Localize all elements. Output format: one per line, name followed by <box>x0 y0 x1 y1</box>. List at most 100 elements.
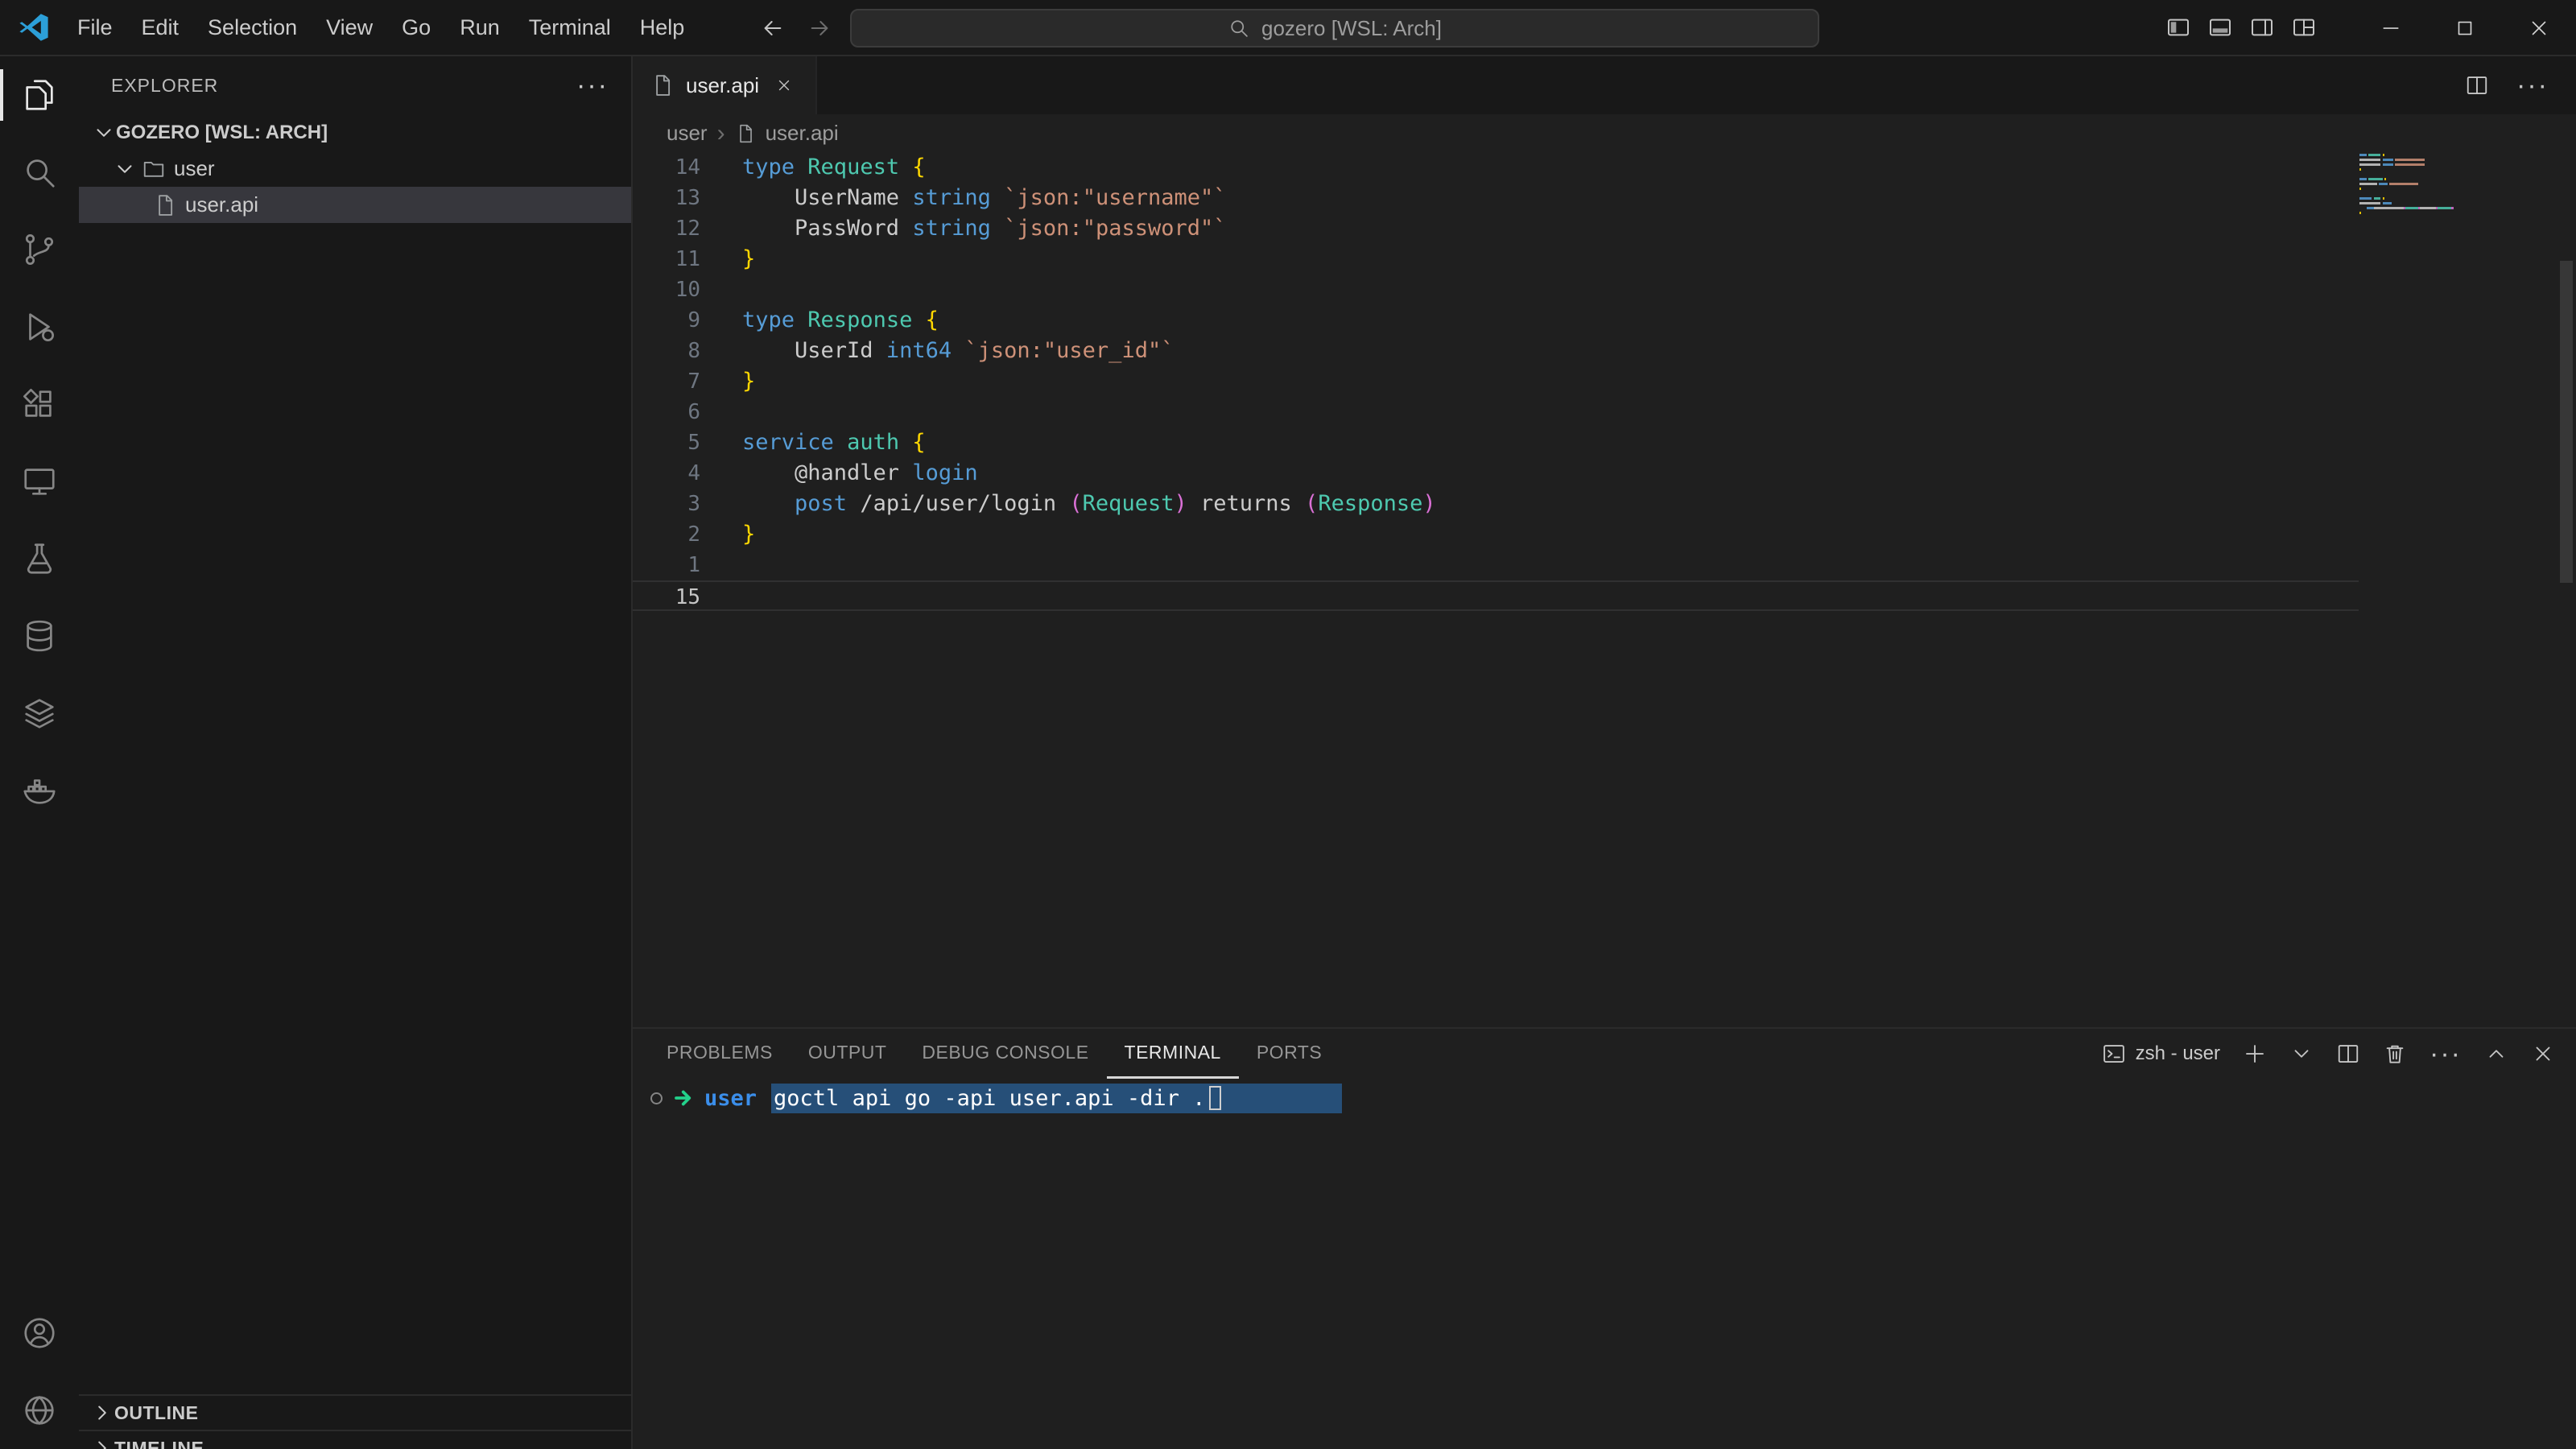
terminal-shell-select[interactable]: zsh - user <box>2102 1042 2220 1066</box>
activity-layers-icon[interactable] <box>0 675 79 752</box>
minimap[interactable] <box>2359 154 2464 226</box>
menu-edit[interactable]: Edit <box>127 0 194 55</box>
terminal-selection: goctl api go -api user.api -dir . <box>771 1084 1342 1113</box>
tree-item-user[interactable]: user <box>79 151 631 187</box>
activity-globe-icon[interactable] <box>0 1372 79 1449</box>
line-text: @handler login <box>700 458 978 489</box>
explorer-sidebar: EXPLORER ··· GOZERO [WSL: ARCH] useruser… <box>79 56 633 1449</box>
menu-run[interactable]: Run <box>445 0 514 55</box>
customize-layout-icon[interactable] <box>2283 0 2325 56</box>
sidebar-more-actions-icon[interactable]: ··· <box>576 77 609 93</box>
menu-file[interactable]: File <box>63 0 127 55</box>
split-editor-icon[interactable] <box>2465 73 2489 97</box>
code-line: 8 UserId int64 `json:"user_id"` <box>633 336 2359 366</box>
editor-scrollbar[interactable] <box>2560 261 2573 583</box>
terminal-command: goctl api go -api user.api -dir . <box>774 1086 1205 1111</box>
maximize-panel-chevron-icon[interactable] <box>2484 1042 2508 1066</box>
split-terminal-icon[interactable] <box>2336 1042 2360 1066</box>
activity-extensions-icon[interactable] <box>0 365 79 443</box>
terminal-icon <box>2102 1042 2126 1066</box>
toggle-secondary-sidebar-icon[interactable] <box>2241 0 2283 56</box>
minimap-row <box>2359 159 2464 161</box>
panel-tab-terminal[interactable]: TERMINAL <box>1107 1029 1239 1079</box>
code-editor[interactable]: 14type Request {13 UserName string `json… <box>633 152 2359 611</box>
command-center-search[interactable]: gozero [WSL: Arch] <box>850 9 1819 47</box>
title-bar: FileEditSelectionViewGoRunTerminalHelp g… <box>0 0 2576 56</box>
command-center-label: gozero [WSL: Arch] <box>1261 16 1442 41</box>
code-line: 9type Response { <box>633 305 2359 336</box>
line-text: post /api/user/login (Request) returns (… <box>700 489 1436 519</box>
toggle-sidebar-icon[interactable] <box>2157 0 2199 56</box>
new-terminal-icon[interactable] <box>2243 1042 2267 1066</box>
line-number: 1 <box>633 550 700 580</box>
bottom-panel: PROBLEMSOUTPUTDEBUG CONSOLETERMINALPORTS… <box>633 1027 2576 1449</box>
code-line: 1 <box>633 550 2359 580</box>
line-number: 12 <box>633 213 700 244</box>
tree-item-user-api[interactable]: user.api <box>79 187 631 223</box>
panel-tabs: PROBLEMSOUTPUTDEBUG CONSOLETERMINALPORTS <box>649 1029 1340 1079</box>
menu-view[interactable]: View <box>312 0 387 55</box>
maximize-button[interactable] <box>2428 0 2502 56</box>
minimize-button[interactable] <box>2354 0 2428 56</box>
tab-close-icon[interactable] <box>770 72 798 99</box>
activity-bottom <box>0 1294 79 1449</box>
editor-more-actions-icon[interactable]: ··· <box>2516 77 2549 93</box>
panel-tab-ports[interactable]: PORTS <box>1239 1029 1340 1079</box>
panel-tab-problems[interactable]: PROBLEMS <box>649 1029 791 1079</box>
breadcrumb-file[interactable]: user.api <box>766 121 839 146</box>
kill-terminal-trash-icon[interactable] <box>2383 1042 2407 1066</box>
minimap-row <box>2359 192 2464 195</box>
code-line: 11} <box>633 244 2359 275</box>
line-text: service auth { <box>700 427 926 458</box>
minimap-row <box>2359 173 2464 175</box>
panel-tab-output[interactable]: OUTPUT <box>791 1029 905 1079</box>
tree-root-folder[interactable]: GOZERO [WSL: ARCH] <box>79 114 631 151</box>
section-timeline[interactable]: TIMELINE <box>79 1430 631 1449</box>
command-decoration-icon[interactable] <box>650 1092 663 1104</box>
terminal[interactable]: user goctl api go -api user.api -dir . <box>633 1079 2576 1449</box>
menu-terminal[interactable]: Terminal <box>514 0 625 55</box>
activity-testing-icon[interactable] <box>0 520 79 597</box>
search-icon <box>1228 17 1250 39</box>
activity-docker-icon[interactable] <box>0 752 79 829</box>
back-arrow-button[interactable] <box>757 10 789 46</box>
code-line: 15 <box>633 580 2359 611</box>
folder-icon <box>142 157 166 181</box>
tree-item-label: user.api <box>185 192 258 217</box>
code-line: 2} <box>633 519 2359 550</box>
close-window-button[interactable] <box>2502 0 2576 56</box>
menu-go[interactable]: Go <box>387 0 445 55</box>
prompt-arrow-icon <box>672 1086 696 1110</box>
minimap-row <box>2359 168 2464 171</box>
tab-user-api[interactable]: user.api <box>633 56 817 114</box>
activity-database-icon[interactable] <box>0 597 79 675</box>
activity-explorer-icon[interactable] <box>0 56 79 134</box>
activity-search-icon[interactable] <box>0 134 79 211</box>
code-line: 3 post /api/user/login (Request) returns… <box>633 489 2359 519</box>
panel-more-actions-icon[interactable]: ··· <box>2429 1046 2462 1062</box>
section-outline[interactable]: OUTLINE <box>79 1394 631 1430</box>
minimap-row <box>2359 188 2464 190</box>
activity-account-icon[interactable] <box>0 1294 79 1372</box>
chevron-down-icon <box>92 121 116 145</box>
activity-remote-explorer-icon[interactable] <box>0 443 79 520</box>
minimap-row <box>2359 217 2464 219</box>
launch-profile-chevron-icon[interactable] <box>2289 1042 2314 1066</box>
close-panel-icon[interactable] <box>2531 1042 2555 1066</box>
panel-actions: zsh - user ··· <box>2102 1029 2555 1079</box>
toggle-panel-icon[interactable] <box>2199 0 2241 56</box>
panel-tab-debug-console[interactable]: DEBUG CONSOLE <box>904 1029 1106 1079</box>
editor-tab-bar: user.api ··· <box>633 56 2576 114</box>
code-line: 13 UserName string `json:"username"` <box>633 183 2359 213</box>
menu-selection[interactable]: Selection <box>193 0 312 55</box>
section-label: TIMELINE <box>114 1438 204 1449</box>
forward-arrow-button[interactable] <box>803 10 836 46</box>
line-text: type Request { <box>700 152 926 183</box>
tree-item-label: user <box>174 156 215 181</box>
minimap-row <box>2359 163 2464 166</box>
breadcrumb-folder[interactable]: user <box>667 121 708 146</box>
menu-help[interactable]: Help <box>625 0 700 55</box>
activity-run-debug-icon[interactable] <box>0 288 79 365</box>
line-number: 11 <box>633 244 700 275</box>
activity-source-control-icon[interactable] <box>0 211 79 288</box>
